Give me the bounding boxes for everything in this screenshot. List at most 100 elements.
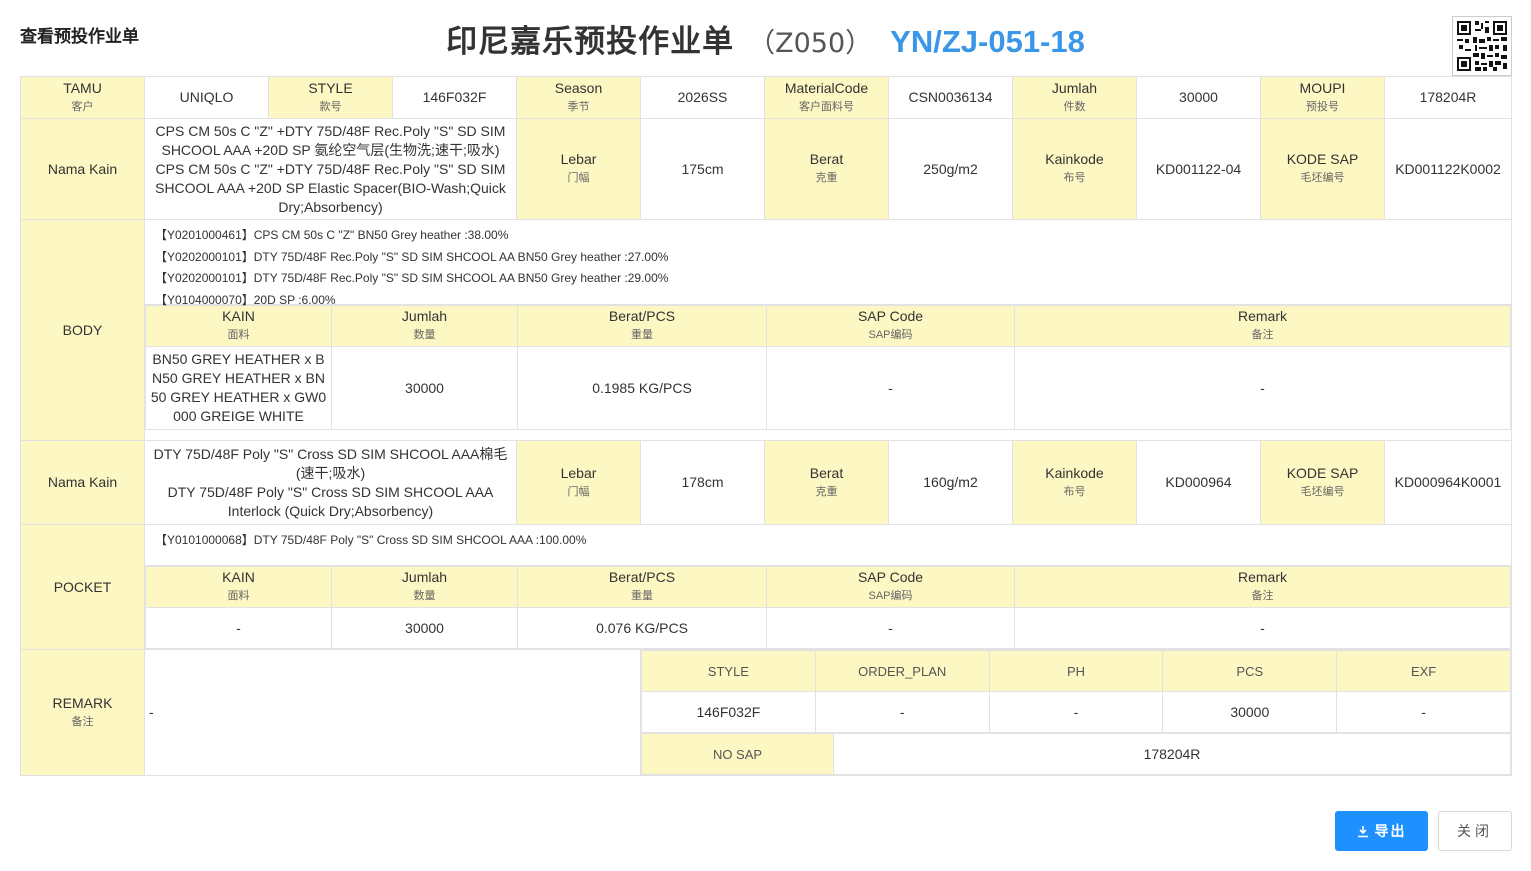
table-row: BN50 GREY HEATHER x BN50 GREY HEATHER x …: [145, 346, 1511, 430]
body-kode-sap-value: KD001122K0002: [1384, 118, 1512, 220]
composition-line: 【Y0202000101】DTY 75D/48F Rec.Poly "S" SD…: [155, 249, 669, 264]
body-kain-value: BN50 GREY HEATHER x BN50 GREY HEATHER x …: [145, 346, 332, 430]
sap-code-header: SAP Code SAP编码: [766, 305, 1015, 347]
material-code-label: MaterialCode 客户面料号: [764, 76, 889, 119]
season-value: 2026SS: [640, 76, 765, 119]
summary-header: PCS: [1162, 650, 1338, 692]
title-text: 印尼嘉乐预投作业单: [446, 24, 735, 60]
pocket-remark-value: -: [1014, 607, 1511, 649]
moupi-value: 178204R: [1384, 76, 1512, 119]
style-label: STYLE 款号: [268, 76, 393, 119]
kainkode-label: Kainkode 布号: [1012, 118, 1137, 220]
body-berat-pcs-value: 0.1985 KG/PCS: [517, 346, 767, 430]
summary-ph-value: -: [988, 691, 1164, 733]
sap-code-header: SAP Code SAP编码: [766, 566, 1015, 608]
export-button[interactable]: 导出: [1335, 811, 1428, 851]
download-icon: [1357, 825, 1369, 838]
pocket-kain-value: -: [145, 607, 332, 649]
pocket-detail-table: KAIN 面料 Jumlah 数量 Berat/PCS 重量 SAP Code SAP编…: [145, 566, 1511, 649]
pocket-section-label: POCKET: [20, 524, 145, 650]
remark-section-label: REMARK 备注: [20, 649, 145, 776]
kainkode-label: Kainkode 布号: [1012, 440, 1137, 525]
material-code-value: CSN0036134: [888, 76, 1013, 119]
work-order-table: TAMU 客户 UNIQLO STYLE 款号 146F032F Season 季节 …: [20, 76, 1512, 776]
export-label: 导出: [1374, 824, 1407, 840]
body-composition-list: 【Y0201000461】CPS CM 50s C "Z" BN50 Grey …: [145, 221, 1511, 307]
berat-pcs-header: Berat/PCS 重量: [517, 305, 767, 347]
body-fabric-row: Nama Kain CPS CM 50s C "Z" +DTY 75D/48F …: [20, 118, 1512, 220]
composition-line: 【Y0201000461】CPS CM 50s C "Z" BN50 Grey …: [155, 228, 509, 242]
berat-label: Berat 克重: [764, 118, 889, 220]
composition-line: 【Y0202000101】DTY 75D/48F Rec.Poly "S" SD…: [155, 271, 669, 285]
table-row: 146F032F - - 30000 -: [641, 691, 1511, 733]
body-kainkode-value: KD001122-04: [1136, 118, 1261, 220]
lebar-label: Lebar 门幅: [516, 440, 641, 525]
body-section-label: BODY: [20, 219, 145, 441]
title-order-number: YN/ZJ-051-18: [890, 24, 1085, 59]
remark-header: Remark 备注: [1014, 305, 1511, 347]
jumlah-header: Jumlah 数量: [331, 566, 518, 608]
dialog-header: 查看预投作业单 印尼嘉乐预投作业单 （Z050） YN/ZJ-051-18: [0, 0, 1531, 76]
info-row: TAMU 客户 UNIQLO STYLE 款号 146F032F Season 季节 …: [20, 76, 1512, 119]
pocket-fabric-name: DTY 75D/48F Poly "S" Cross SD SIM SHCOOL…: [144, 440, 517, 525]
tamu-label: TAMU 客户: [20, 76, 145, 119]
season-label: Season 季节: [516, 76, 641, 119]
remark-header: Remark 备注: [1014, 566, 1511, 608]
summary-header: PH: [988, 650, 1164, 692]
pocket-kainkode-value: KD000964: [1136, 440, 1261, 525]
body-sap-code-value: -: [766, 346, 1015, 430]
summary-style-value: 146F032F: [641, 691, 816, 733]
body-section-content: 【Y0201000461】CPS CM 50s C "Z" BN50 Grey …: [144, 219, 1512, 441]
body-fabric-name: CPS CM 50s C "Z" +DTY 75D/48F Rec.Poly "…: [144, 118, 517, 220]
pocket-fabric-row: Nama Kain DTY 75D/48F Poly "S" Cross SD …: [20, 440, 1512, 525]
pocket-sap-code-value: -: [766, 607, 1015, 649]
tamu-value: UNIQLO: [144, 76, 269, 119]
summary-exf-value: -: [1336, 691, 1511, 733]
summary-pcs-value: 30000: [1162, 691, 1338, 733]
kode-sap-label: KODE SAP 毛坯编号: [1260, 118, 1385, 220]
no-sap-table: NO SAP 178204R: [641, 733, 1511, 775]
pocket-kode-sap-value: KD000964K0001: [1384, 440, 1512, 525]
pocket-berat-value: 160g/m2: [888, 440, 1013, 525]
jumlah-header: Jumlah 数量: [331, 305, 518, 347]
moupi-label: MOUPI 预投号: [1260, 76, 1385, 119]
summary-header: STYLE: [641, 650, 816, 692]
page-title: 印尼嘉乐预投作业单 （Z050） YN/ZJ-051-18: [0, 16, 1531, 61]
summary-header: EXF: [1336, 650, 1511, 692]
qr-code-icon: [1452, 16, 1512, 76]
summary-order-plan-value: -: [814, 691, 990, 733]
table-row: - 30000 0.076 KG/PCS - -: [145, 607, 1511, 649]
summary-header: ORDER_PLAN: [814, 650, 990, 692]
style-value: 146F032F: [392, 76, 517, 119]
body-remark-value: -: [1014, 346, 1511, 430]
body-lebar-value: 175cm: [640, 118, 765, 220]
remark-summary: STYLE ORDER_PLAN PH PCS EXF 146F032F - -…: [640, 649, 1512, 776]
jumlah-label: Jumlah 件数: [1012, 76, 1137, 119]
kain-header: KAIN 面料: [145, 305, 332, 347]
lebar-label: Lebar 门幅: [516, 118, 641, 220]
no-sap-label: NO SAP: [641, 733, 834, 775]
pocket-composition-list: 【Y0101000068】DTY 75D/48F Poly "S" Cross …: [145, 526, 1511, 566]
body-jumlah-value: 30000: [331, 346, 518, 430]
berat-label: Berat 克重: [764, 440, 889, 525]
kode-sap-label: KODE SAP 毛坯编号: [1260, 440, 1385, 525]
jumlah-value: 30000: [1136, 76, 1261, 119]
pocket-section-row: POCKET 【Y0101000068】DTY 75D/48F Poly "S"…: [20, 524, 1512, 650]
kain-header: KAIN 面料: [145, 566, 332, 608]
remark-row: REMARK 备注 - STYLE ORDER_PLAN PH PCS EXF 1…: [20, 649, 1512, 776]
remark-text: -: [144, 649, 641, 776]
summary-table: STYLE ORDER_PLAN PH PCS EXF 146F032F - -…: [641, 650, 1511, 733]
pocket-lebar-value: 178cm: [640, 440, 765, 525]
berat-pcs-header: Berat/PCS 重量: [517, 566, 767, 608]
body-detail-table: KAIN 面料 Jumlah 数量 Berat/PCS 重量 SAP Code SAP编…: [145, 305, 1511, 430]
no-sap-value: 178204R: [833, 733, 1511, 775]
pocket-jumlah-value: 30000: [331, 607, 518, 649]
composition-line: 【Y0101000068】DTY 75D/48F Poly "S" Cross …: [155, 533, 587, 547]
pocket-berat-pcs-value: 0.076 KG/PCS: [517, 607, 767, 649]
close-button[interactable]: 关闭: [1438, 811, 1512, 851]
title-code: （Z050）: [748, 28, 873, 59]
body-berat-value: 250g/m2: [888, 118, 1013, 220]
nama-kain-label: Nama Kain: [20, 118, 145, 220]
nama-kain-label: Nama Kain: [20, 440, 145, 525]
body-section-row: BODY 【Y0201000461】CPS CM 50s C "Z" BN50 …: [20, 219, 1512, 441]
